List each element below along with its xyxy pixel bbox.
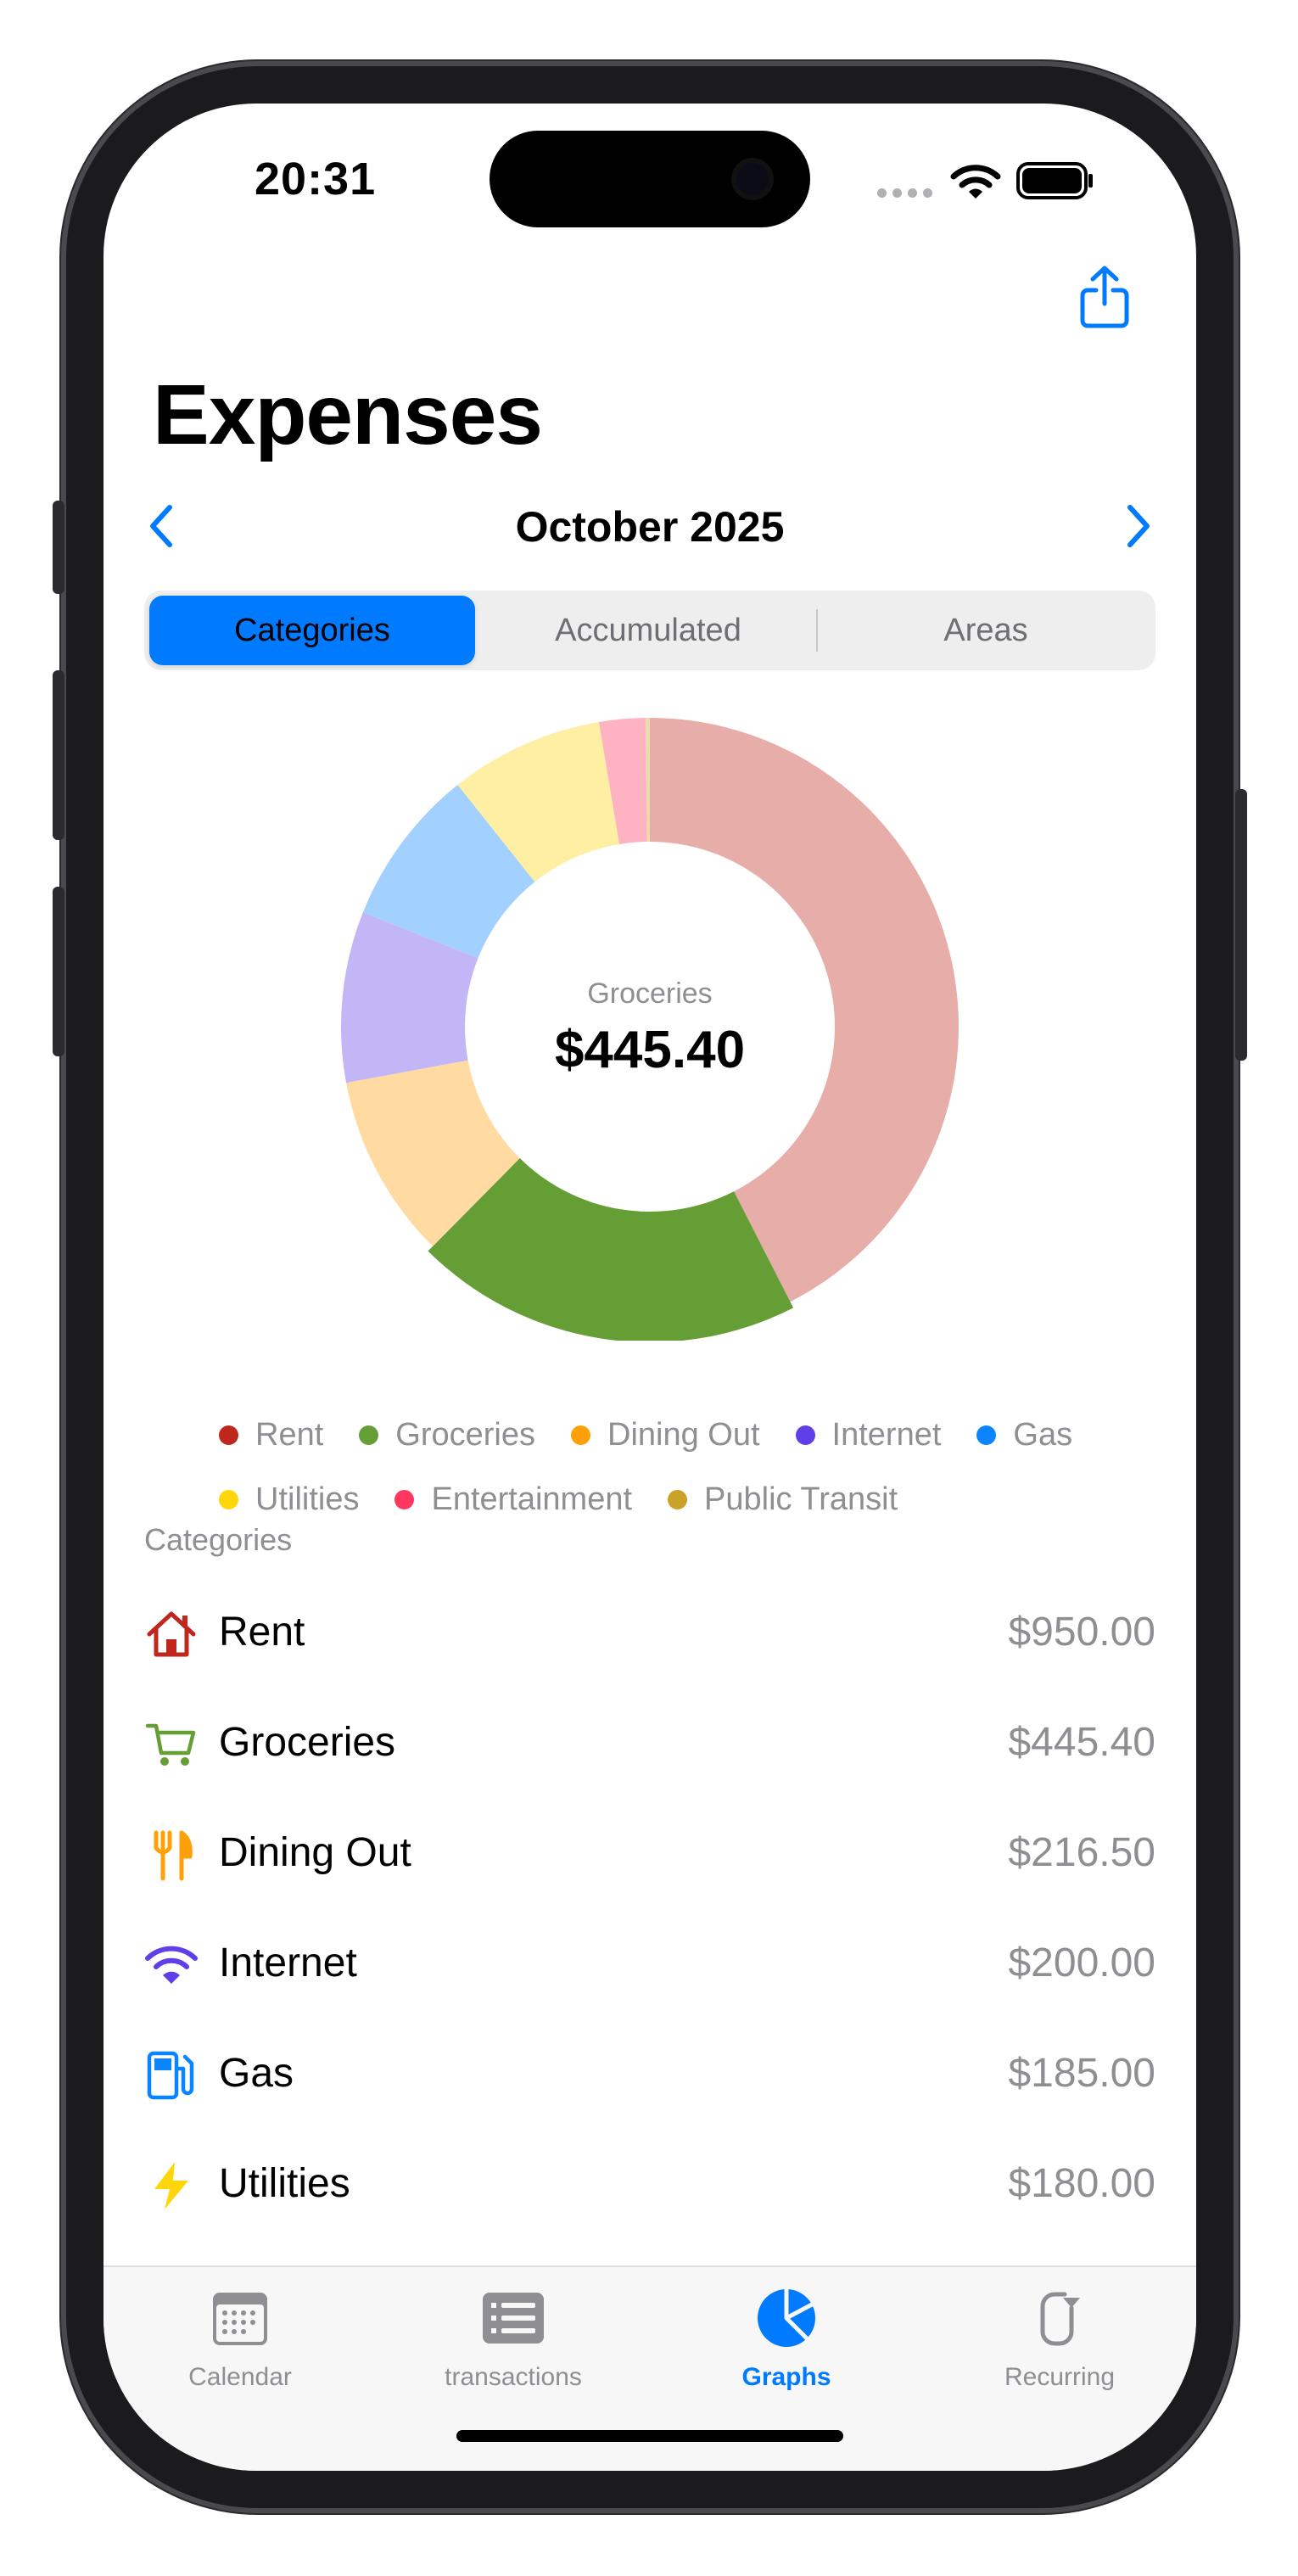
action-button: [53, 501, 64, 594]
legend-item-rent: Rent: [219, 1417, 323, 1453]
chart-center-category: Groceries: [587, 977, 713, 1010]
home-indicator: [456, 2430, 843, 2442]
tab-label: Graphs: [741, 2363, 831, 2391]
legend-dot: [219, 1425, 238, 1445]
legend-label: Internet: [831, 1417, 942, 1453]
share-icon[interactable]: [1079, 265, 1130, 329]
tab-label: Calendar: [188, 2363, 292, 2391]
section-title: Categories: [144, 1522, 293, 1557]
cellular-signal-icon: [877, 188, 932, 198]
page-title: Expenses: [153, 367, 543, 462]
chart-center-amount: $445.40: [554, 1021, 746, 1079]
segment-divider: [816, 609, 818, 652]
legend-label: Utilities: [255, 1481, 360, 1517]
view-segmented-control: Categories Accumulated Areas: [144, 591, 1155, 670]
pie-chart-icon: [758, 2287, 815, 2347]
category-row-internet[interactable]: Internet $200.00: [144, 1912, 1155, 2023]
legend-label: Dining Out: [607, 1417, 760, 1453]
chevron-right-icon[interactable]: [1122, 502, 1155, 550]
legend-item-internet: Internet: [795, 1417, 942, 1453]
category-amount: $216.50: [1008, 1830, 1155, 1875]
category-amount: $185.00: [1008, 2051, 1155, 2096]
calendar-icon: [213, 2293, 267, 2345]
category-name: Rent: [219, 1610, 305, 1655]
legend-item-utilities: Utilities: [219, 1481, 359, 1518]
list-icon: [483, 2293, 544, 2344]
chart-legend-row-1: Rent Groceries Dining Out Internet Gas: [219, 1417, 1108, 1453]
legend-dot: [668, 1490, 688, 1509]
fuel-pump-icon: [147, 2051, 194, 2100]
legend-label: Entertainment: [431, 1481, 633, 1517]
status-time: 20:31: [255, 154, 377, 204]
app-screen: 20:31 Expenses October 2025 Categories A…: [104, 104, 1196, 2471]
legend-dot: [976, 1425, 997, 1445]
wifi-icon: [145, 1946, 198, 1984]
legend-item-public-transit: Public Transit: [668, 1481, 898, 1518]
segment-areas[interactable]: Areas: [821, 596, 1150, 665]
category-name: Utilities: [219, 2161, 350, 2206]
tab-calendar[interactable]: Calendar: [104, 2284, 377, 2392]
battery-icon: [1016, 162, 1093, 199]
legend-item-entertainment: Entertainment: [394, 1481, 632, 1518]
bolt-icon: [154, 2162, 188, 2209]
category-name: Gas: [219, 2051, 294, 2096]
category-row-utilities[interactable]: Utilities $180.00: [144, 2133, 1155, 2243]
tab-recurring[interactable]: Recurring: [923, 2284, 1196, 2392]
segment-accumulated[interactable]: Accumulated: [484, 596, 813, 665]
tab-label: transactions: [445, 2363, 582, 2391]
legend-dot: [359, 1425, 379, 1445]
category-name: Groceries: [219, 1720, 396, 1765]
recurring-icon: [1040, 2292, 1080, 2346]
legend-item-gas: Gas: [976, 1417, 1072, 1453]
wifi-status-icon: [950, 165, 1001, 199]
legend-item-groceries: Groceries: [359, 1417, 535, 1453]
category-amount: $950.00: [1008, 1610, 1155, 1655]
tab-graphs[interactable]: Graphs: [650, 2284, 923, 2392]
power-button: [1235, 789, 1247, 1061]
legend-dot: [219, 1490, 238, 1509]
legend-label: Gas: [1013, 1417, 1073, 1453]
house-icon: [147, 1611, 196, 1657]
tab-transactions[interactable]: transactions: [377, 2284, 650, 2392]
tab-label: Recurring: [1004, 2363, 1116, 2391]
category-row-rent[interactable]: Rent $950.00: [144, 1582, 1155, 1692]
category-row-dining-out[interactable]: Dining Out $216.50: [144, 1802, 1155, 1912]
cart-icon: [145, 1723, 196, 1766]
volume-down-button: [53, 887, 64, 1056]
legend-dot: [571, 1425, 590, 1445]
legend-dot: [394, 1490, 415, 1509]
chart-legend-row-2: Utilities Entertainment Public Transit: [219, 1481, 933, 1518]
segment-categories[interactable]: Categories: [149, 596, 475, 665]
legend-label: Public Transit: [704, 1481, 898, 1517]
legend-label: Rent: [255, 1417, 324, 1453]
category-amount: $445.40: [1008, 1720, 1155, 1765]
category-amount: $200.00: [1008, 1940, 1155, 1985]
category-name: Internet: [219, 1940, 357, 1985]
month-label: October 2025: [515, 503, 785, 551]
camera-icon: [736, 163, 769, 195]
legend-dot: [795, 1425, 815, 1445]
category-amount: $180.00: [1008, 2161, 1155, 2206]
legend-item-dining-out: Dining Out: [571, 1417, 760, 1453]
legend-label: Groceries: [395, 1417, 535, 1453]
category-row-gas[interactable]: Gas $185.00: [144, 2023, 1155, 2133]
category-row-groceries[interactable]: Groceries $445.40: [144, 1692, 1155, 1802]
fork-knife-icon: [154, 1830, 193, 1881]
volume-up-button: [53, 670, 64, 840]
category-name: Dining Out: [219, 1830, 411, 1875]
